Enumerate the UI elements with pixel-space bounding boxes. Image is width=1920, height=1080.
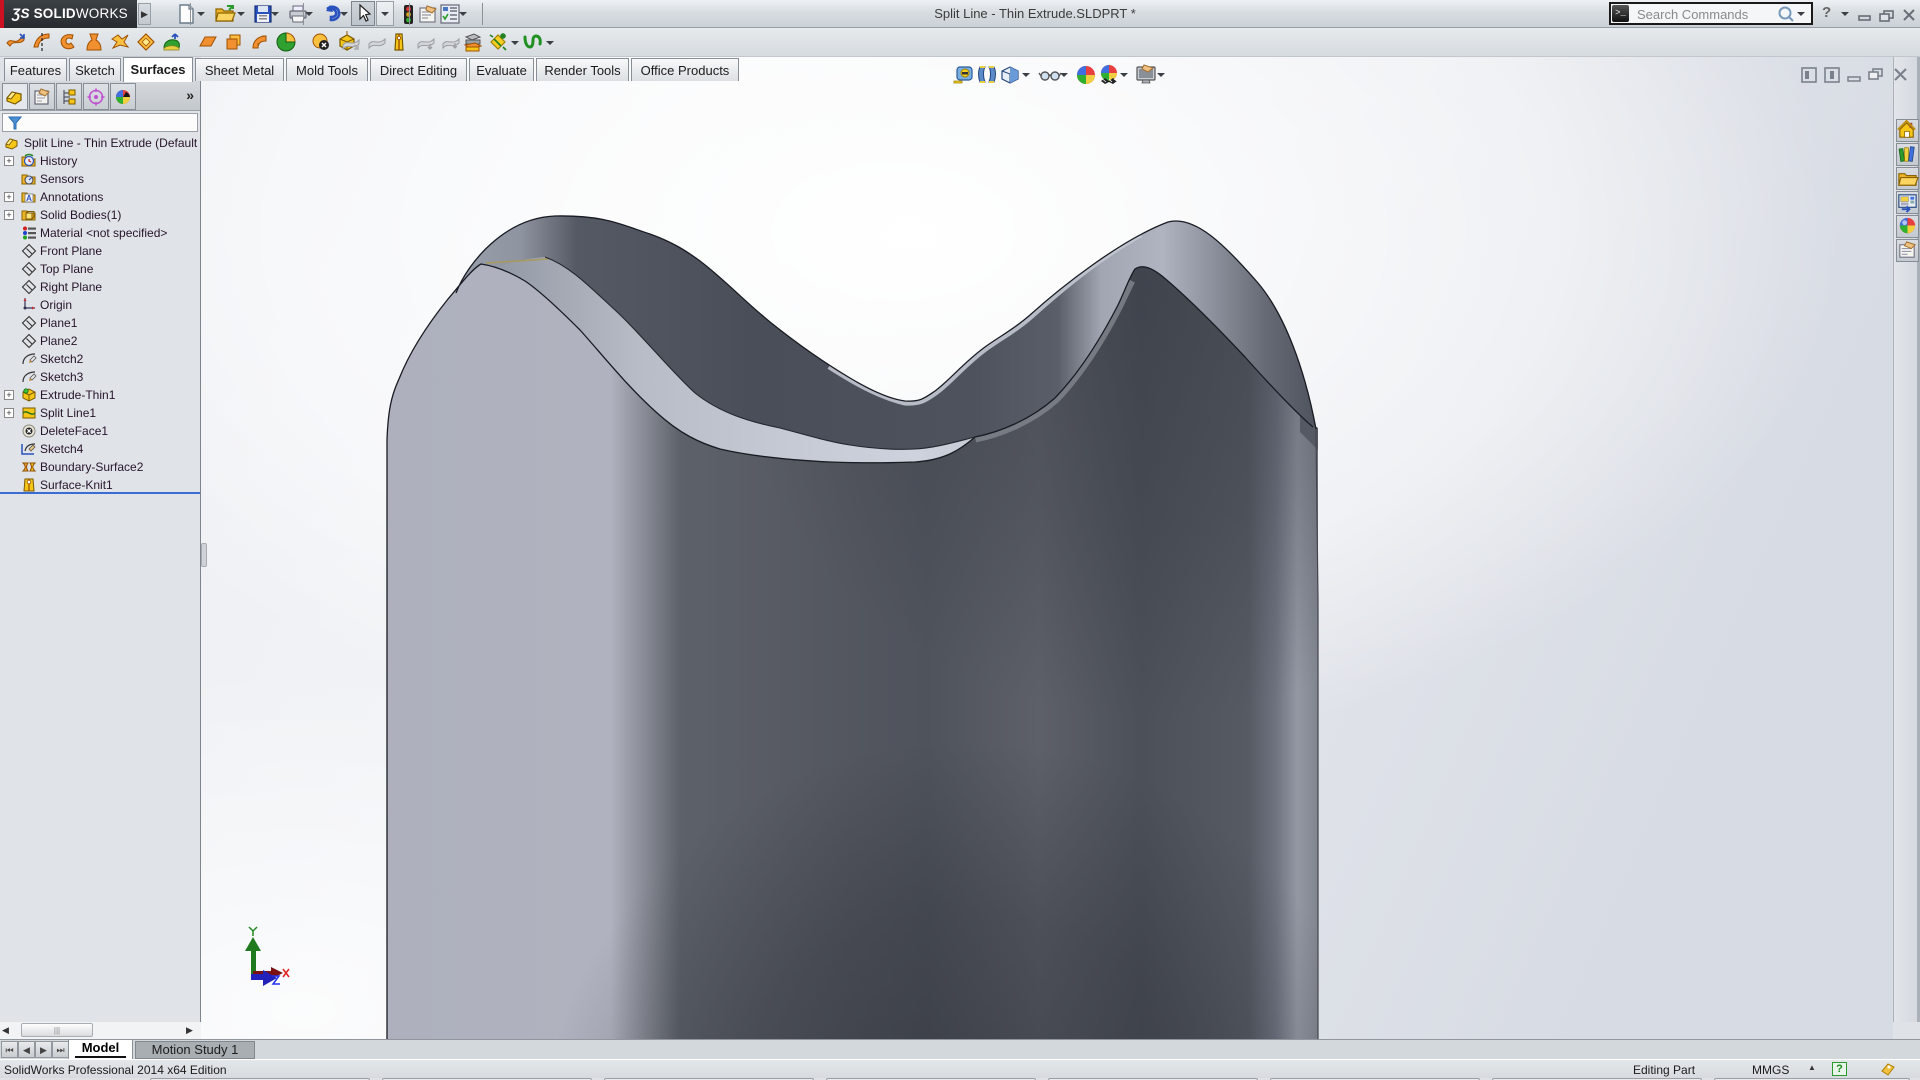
svg-text:A: A [26,194,32,203]
